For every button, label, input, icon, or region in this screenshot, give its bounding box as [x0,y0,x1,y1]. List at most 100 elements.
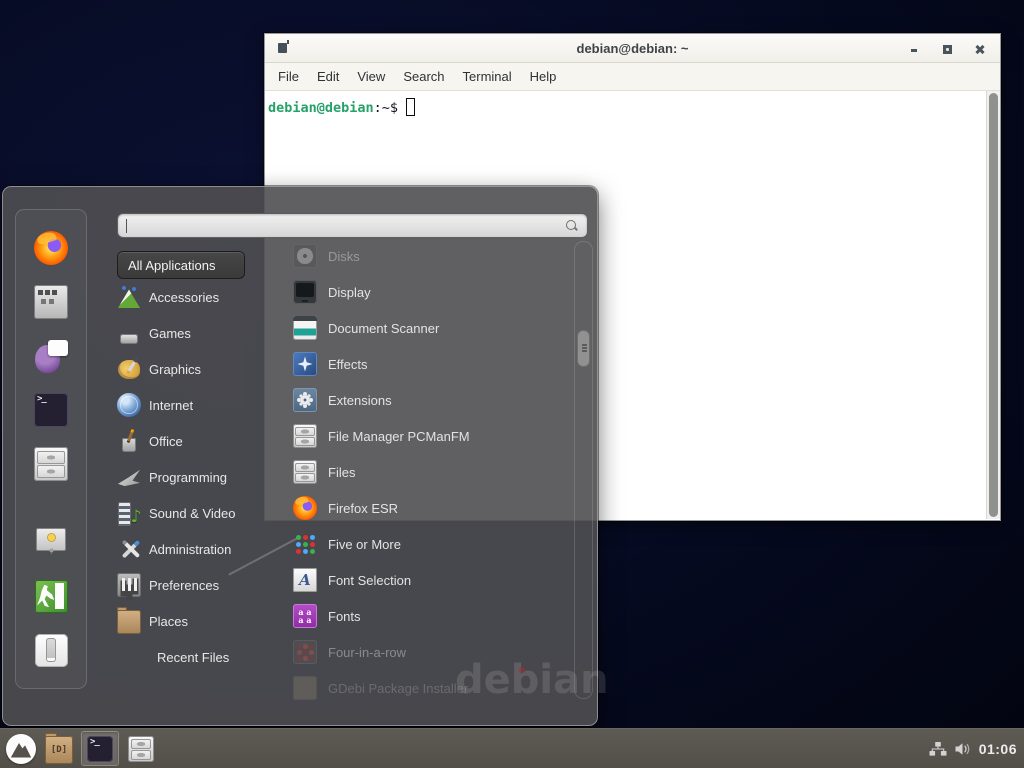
extensions-icon [293,388,317,412]
firefox-icon [34,231,68,265]
taskbar-button-files-window[interactable] [122,731,160,766]
app-label: Effects [328,357,368,372]
accessories-icon [117,285,141,309]
favorite-pidgin[interactable] [33,338,69,374]
category-label: Internet [149,398,193,413]
network-icon[interactable] [929,742,947,756]
favorite-settings-panel[interactable] [33,284,69,320]
app-item-five-or-more[interactable]: Five or More [289,526,572,562]
terminal-menubar: FileEditViewSearchTerminalHelp [265,63,1000,91]
app-label: Display [328,285,371,300]
start-menu-button[interactable] [5,733,37,765]
category-sound-video[interactable]: Sound & Video [117,495,257,531]
taskbar-button-file-manager-window[interactable] [40,731,78,766]
app-item-file-manager-pcmanfm[interactable]: File Manager PCManFM [289,418,572,454]
menu-item-terminal[interactable]: Terminal [454,69,521,84]
menu-item-search[interactable]: Search [394,69,453,84]
search-caret [126,219,127,233]
app-item-firefox-esr[interactable]: Firefox ESR [289,490,572,526]
internet-icon [117,393,141,417]
office-icon [117,429,141,453]
menu-item-view[interactable]: View [348,69,394,84]
four-in-a-row-icon [293,640,317,664]
app-item-document-scanner[interactable]: Document Scanner [289,310,572,346]
close-button[interactable] [974,43,986,55]
lock-screen-button[interactable] [33,524,69,560]
terminal-titlebar[interactable]: debian@debian: ~ [265,34,1000,63]
five-or-more-icon [293,532,317,556]
font-selection-icon [293,568,317,592]
app-label: Font Selection [328,573,411,588]
category-label: Accessories [149,290,219,305]
terminal-icon [87,736,113,762]
app-item-extensions[interactable]: Extensions [289,382,572,418]
app-list-scrollbar-thumb[interactable] [577,330,590,367]
category-label: Programming [149,470,227,485]
category-label: Administration [149,542,231,557]
document-scanner-icon [293,316,317,340]
app-item-disks[interactable]: Disks [289,238,572,274]
lock-screen-icon [35,526,68,559]
category-all-applications[interactable]: All Applications [117,251,245,279]
terminal-scrollbar-thumb[interactable] [989,93,998,517]
app-list-scrollbar[interactable] [574,241,593,699]
app-label: Four-in-a-row [328,645,406,660]
gdebi-icon [293,676,317,700]
menu-item-help[interactable]: Help [521,69,566,84]
terminal-prompt: debian@debian:~$ [265,91,1000,116]
app-label: Firefox ESR [328,501,398,516]
app-label: File Manager PCManFM [328,429,470,444]
app-item-gdebi-package-installer[interactable]: GDebi Package Installer [289,670,572,706]
category-internet[interactable]: Internet [117,387,257,423]
category-programming[interactable]: Programming [117,459,257,495]
volume-icon[interactable] [954,742,972,756]
app-item-four-in-a-row[interactable]: Four-in-a-row [289,634,572,670]
category-label: Games [149,326,191,341]
menu-item-edit[interactable]: Edit [308,69,348,84]
clock[interactable]: 01:06 [979,741,1017,757]
files-icon [293,460,317,484]
category-places[interactable]: Places [117,603,257,639]
graphics-icon [117,357,141,381]
log-out-button[interactable] [33,578,69,614]
sound-video-icon [117,501,141,525]
firefox-icon [293,496,317,520]
application-menu: debian All ApplicationsAccessoriesGamesG… [2,186,598,726]
app-item-files[interactable]: Files [289,454,572,490]
taskbar-button-terminal-window[interactable] [81,731,119,766]
taskbar: 01:06 [0,728,1024,768]
menu-item-file[interactable]: File [269,69,308,84]
app-label: Fonts [328,609,361,624]
app-item-fonts[interactable]: Fonts [289,598,572,634]
file-manager-icon [293,424,317,448]
category-games[interactable]: Games [117,315,257,351]
category-label: All Applications [128,258,215,273]
category-recent-files[interactable]: Recent Files [117,639,257,675]
terminal-scrollbar[interactable] [986,91,1000,519]
app-item-display[interactable]: Display [289,274,572,310]
application-list: Disks Display Document Scanner Effects Exten… [289,238,572,706]
preferences-icon [117,573,141,597]
category-office[interactable]: Office [117,423,257,459]
places-icon [117,610,141,634]
maximize-button[interactable] [941,43,953,55]
minimize-button[interactable] [908,43,920,55]
category-administration[interactable]: Administration [117,531,257,567]
favorite-firefox[interactable] [33,230,69,266]
desktop: debian@debian: ~ FileEditViewSearchTermi… [0,0,1024,768]
app-label: Disks [328,249,360,264]
category-label: Graphics [149,362,201,377]
category-graphics[interactable]: Graphics [117,351,257,387]
category-preferences[interactable]: Preferences [117,567,257,603]
favorite-terminal[interactable] [33,392,69,428]
display-icon [293,280,317,304]
terminal-icon [34,393,68,427]
app-item-font-selection[interactable]: Font Selection [289,562,572,598]
app-item-effects[interactable]: Effects [289,346,572,382]
app-label: Five or More [328,537,401,552]
category-accessories[interactable]: Accessories [117,279,257,315]
favorite-file-manager[interactable] [33,446,69,482]
category-label: Places [149,614,188,629]
search-input[interactable] [117,213,588,238]
shut-down-button[interactable] [33,632,69,668]
